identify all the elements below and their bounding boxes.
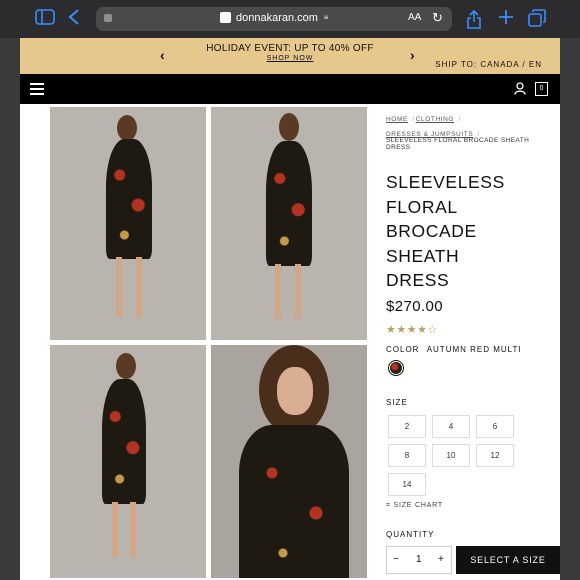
color-swatch-autumn-red[interactable]	[388, 360, 404, 376]
color-value: AUTUMN RED MULTI	[426, 345, 522, 354]
tabs-icon[interactable]	[528, 9, 546, 31]
size-option[interactable]: 12	[476, 444, 514, 467]
rating-stars[interactable]: ★★★★☆	[386, 323, 438, 336]
size-chart-label: SIZE CHART	[393, 502, 443, 509]
ship-to-selector[interactable]: SHIP TO: CANADA / EN	[435, 60, 542, 69]
promo-next-button[interactable]: ›	[410, 47, 415, 63]
share-icon[interactable]	[466, 9, 482, 33]
site-header: 0	[20, 74, 560, 104]
quantity-label: QUANTITY	[386, 530, 435, 539]
breadcrumb-clothing[interactable]: CLOTHING	[416, 116, 454, 123]
bag-icon[interactable]: 0	[535, 82, 548, 96]
ruler-icon: ⌗	[386, 502, 391, 509]
address-bar[interactable]: donnakaran.com 🔒︎ AA ↻	[96, 7, 452, 31]
size-option[interactable]: 2	[388, 415, 426, 438]
color-label-text: COLOR	[386, 345, 420, 354]
size-option[interactable]: 8	[388, 444, 426, 467]
product-image-back[interactable]	[211, 107, 367, 340]
breadcrumb-home[interactable]: HOME	[386, 116, 408, 123]
size-chart-link[interactable]: ⌗ SIZE CHART	[386, 502, 443, 510]
color-label: COLOR AUTUMN RED MULTI	[386, 345, 522, 354]
product-title-line: SHEATH	[386, 245, 460, 266]
product-image-side[interactable]	[50, 345, 206, 578]
size-option[interactable]: 10	[432, 444, 470, 467]
lock-icon: 🔒︎	[324, 12, 329, 21]
product-image-closeup[interactable]	[211, 345, 367, 578]
reader-mode-button[interactable]: AA	[408, 12, 421, 23]
product-title: SLEEVELESS FLORAL BROCADE SHEATH DRESS	[386, 170, 505, 293]
new-tab-icon[interactable]	[498, 9, 514, 29]
size-options: 2 4 6 8 10 12 14	[388, 415, 520, 502]
promo-banner: ‹ HOLIDAY EVENT: UP TO 40% OFF SHOP NOW …	[20, 38, 560, 80]
reload-icon[interactable]: ↻	[432, 10, 443, 26]
product-info: HOME / CLOTHING / DRESSES & JUMPSUITS / …	[386, 104, 560, 580]
quantity-increase-button[interactable]: +	[438, 554, 444, 565]
product-image-front[interactable]	[50, 107, 206, 340]
size-option[interactable]: 14	[388, 473, 426, 496]
url-text: donnakaran.com	[236, 12, 318, 24]
quantity-stepper: − 1 +	[386, 546, 452, 574]
product-title-line: SLEEVELESS	[386, 172, 505, 192]
quantity-value[interactable]: 1	[416, 554, 422, 565]
size-option[interactable]: 4	[432, 415, 470, 438]
tab-close-icon[interactable]	[104, 14, 112, 22]
menu-icon[interactable]	[30, 83, 44, 98]
sidebar-icon[interactable]	[35, 9, 55, 29]
product-price: $270.00	[386, 298, 444, 315]
promo-message: HOLIDAY EVENT: UP TO 40% OFF	[206, 43, 374, 54]
product-title-line: BROCADE	[386, 221, 477, 241]
size-label: SIZE	[386, 398, 408, 407]
account-icon[interactable]	[514, 82, 526, 95]
product-title-line: FLORAL	[386, 196, 458, 217]
quantity-decrease-button[interactable]: −	[393, 554, 399, 565]
size-option[interactable]: 6	[476, 415, 514, 438]
back-icon[interactable]	[68, 9, 80, 29]
product-title-line: DRESS	[386, 270, 450, 290]
site-favicon-icon	[220, 12, 231, 23]
breadcrumb-current: SLEEVELESS FLORAL BROCADE SHEATH DRESS	[386, 137, 530, 151]
select-size-button[interactable]: SELECT A SIZE	[456, 546, 560, 574]
browser-toolbar: donnakaran.com 🔒︎ AA ↻	[0, 0, 580, 38]
